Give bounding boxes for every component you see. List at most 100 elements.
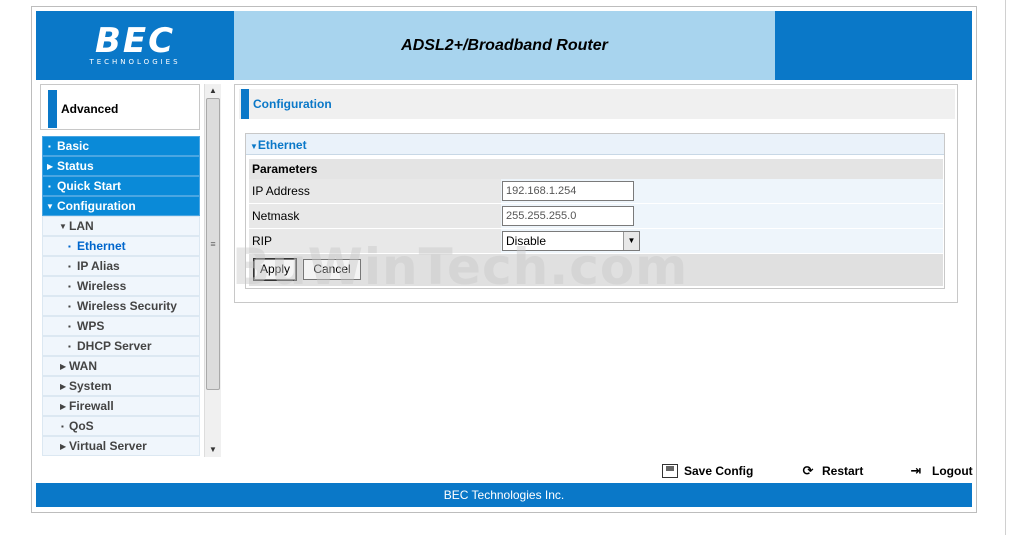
sidebar-item-ethernet[interactable]: ▪ Ethernet xyxy=(42,236,200,256)
sidebar-item-label: Firewall xyxy=(69,399,114,413)
ethernet-panel-title-wrap: ▼Ethernet xyxy=(250,138,307,152)
sidebar-item-label: Wireless xyxy=(77,279,127,293)
bullet-icon: ▪ xyxy=(68,242,71,251)
sidebar-item-lan[interactable]: ▼ LAN xyxy=(42,216,200,236)
netmask-row: Netmask 255.255.255.0 xyxy=(249,204,943,229)
netmask-label: Netmask xyxy=(249,204,501,229)
scroll-down-arrow-icon[interactable]: ▼ xyxy=(205,443,221,457)
sidebar-item-label: Quick Start xyxy=(57,179,122,193)
netmask-cell: 255.255.255.0 xyxy=(501,204,943,229)
scroll-thumb[interactable]: ≡ xyxy=(206,98,220,390)
ip-address-label: IP Address xyxy=(249,179,501,204)
sidebar-item-label: DHCP Server xyxy=(77,339,152,353)
browser-scrollbar[interactable] xyxy=(1005,0,1022,535)
restart-icon: ⟳ xyxy=(802,463,814,478)
advanced-label: Advanced xyxy=(61,102,119,116)
button-row: Apply Cancel xyxy=(249,254,943,286)
logout-icon: ⇥ xyxy=(910,463,922,478)
chevron-right-icon: ▶ xyxy=(60,402,67,411)
rip-select[interactable]: Disable ▼ xyxy=(502,231,640,251)
logout-button[interactable]: ⇥ Logout xyxy=(906,462,973,480)
advanced-mode-box[interactable]: Advanced xyxy=(40,84,200,130)
sidebar-item-configuration[interactable]: ▼ Configuration xyxy=(42,196,200,216)
sidebar-item-label: Status xyxy=(57,159,94,173)
section-accent-bar xyxy=(241,89,249,119)
sidebar-item-label: System xyxy=(69,379,112,393)
ethernet-panel-header[interactable]: ▼Ethernet xyxy=(246,134,944,155)
chevron-down-icon: ▼ xyxy=(59,222,67,231)
sidebar-scrollbar[interactable]: ▲ ≡ ▼ xyxy=(204,84,221,457)
rip-row: RIP Disable ▼ xyxy=(249,229,943,254)
bec-logo: BEC TECHNOLOGIES xyxy=(36,11,234,80)
sidebar-item-label: WAN xyxy=(69,359,97,373)
chevron-down-icon: ▼ xyxy=(250,142,258,151)
footer-bar: BEC Technologies Inc. xyxy=(36,483,972,507)
sidebar-item-qos[interactable]: ▪ QoS xyxy=(42,416,200,436)
chevron-right-icon: ▶ xyxy=(60,382,67,391)
sidebar-menu: ▪ Basic ▶ Status ▪ Quick Start ▼ Configu… xyxy=(42,136,200,456)
sidebar-item-wireless-security[interactable]: ▪ Wireless Security xyxy=(42,296,200,316)
scroll-up-arrow-icon[interactable]: ▲ xyxy=(205,84,221,98)
bullet-icon: ▪ xyxy=(68,322,71,331)
section-title: Configuration xyxy=(253,97,332,111)
sidebar-item-label: WPS xyxy=(77,319,105,333)
sidebar-item-status[interactable]: ▶ Status xyxy=(42,156,200,176)
save-config-button[interactable]: Save Config xyxy=(662,462,753,480)
logo-text: BEC xyxy=(94,21,176,61)
sidebar-item-wireless[interactable]: ▪ Wireless xyxy=(42,276,200,296)
main-content: Configuration ▼Ethernet Parameters IP Ad… xyxy=(234,84,958,303)
rip-cell: Disable ▼ xyxy=(501,229,943,254)
ip-address-input[interactable]: 192.168.1.254 xyxy=(502,181,634,201)
apply-button[interactable]: Apply xyxy=(253,258,297,281)
sidebar-item-label: Wireless Security xyxy=(77,299,177,313)
dropdown-arrow-icon[interactable]: ▼ xyxy=(623,232,639,250)
sidebar-item-label: IP Alias xyxy=(77,259,120,273)
sidebar: Advanced ▪ Basic ▶ Status ▪ Quick Start … xyxy=(40,84,221,457)
sidebar-item-label: QoS xyxy=(69,419,94,433)
sidebar-item-wan[interactable]: ▶ WAN xyxy=(42,356,200,376)
sidebar-item-dhcp-server[interactable]: ▪ DHCP Server xyxy=(42,336,200,356)
rip-select-value: Disable xyxy=(506,234,547,248)
bullet-icon: ▪ xyxy=(68,262,71,271)
logo-subtext: TECHNOLOGIES xyxy=(89,58,181,66)
sidebar-item-label: Configuration xyxy=(57,199,136,213)
ethernet-panel-title: Ethernet xyxy=(257,138,307,152)
parameters-table: Parameters IP Address 192.168.1.254 Netm… xyxy=(249,159,943,286)
bullet-icon: ▪ xyxy=(68,342,71,351)
save-config-label: Save Config xyxy=(684,464,754,478)
advanced-accent-bar xyxy=(48,90,57,128)
rip-label: RIP xyxy=(249,229,501,254)
logout-label: Logout xyxy=(932,464,973,478)
restart-label: Restart xyxy=(822,464,864,478)
sidebar-item-virtual-server[interactable]: ▶ Virtual Server xyxy=(42,436,200,456)
bullet-icon: ▪ xyxy=(68,302,71,311)
restart-button[interactable]: ⟳ Restart xyxy=(800,462,864,480)
netmask-input[interactable]: 255.255.255.0 xyxy=(502,206,634,226)
sidebar-item-firewall[interactable]: ▶ Firewall xyxy=(42,396,200,416)
ip-address-row: IP Address 192.168.1.254 xyxy=(249,179,943,204)
sidebar-item-label: Ethernet xyxy=(77,239,126,253)
chevron-right-icon: ▶ xyxy=(60,442,67,451)
cancel-button[interactable]: Cancel xyxy=(303,259,361,280)
sidebar-item-label: Basic xyxy=(57,139,90,153)
sidebar-item-basic[interactable]: ▪ Basic xyxy=(42,136,200,156)
sidebar-item-ip-alias[interactable]: ▪ IP Alias xyxy=(42,256,200,276)
chevron-down-icon: ▼ xyxy=(46,202,54,211)
sidebar-item-system[interactable]: ▶ System xyxy=(42,376,200,396)
bullet-icon: ▪ xyxy=(48,142,51,151)
chevron-right-icon: ▶ xyxy=(60,362,67,371)
header-title-box: ADSL2+/Broadband Router xyxy=(234,11,775,80)
footer-text: BEC Technologies Inc. xyxy=(443,488,565,502)
sidebar-item-label: LAN xyxy=(69,219,94,233)
bullet-icon: ▪ xyxy=(68,282,71,291)
header-banner: BEC TECHNOLOGIES ADSL2+/Broadband Router xyxy=(36,11,972,80)
floppy-disk-icon xyxy=(662,464,678,478)
parameters-header: Parameters xyxy=(249,159,943,179)
sidebar-item-quick-start[interactable]: ▪ Quick Start xyxy=(42,176,200,196)
sidebar-item-label: Virtual Server xyxy=(69,439,147,453)
page-title: ADSL2+/Broadband Router xyxy=(401,36,608,54)
ip-address-cell: 192.168.1.254 xyxy=(501,179,943,204)
bullet-icon: ▪ xyxy=(61,422,64,431)
sidebar-item-wps[interactable]: ▪ WPS xyxy=(42,316,200,336)
chevron-right-icon: ▶ xyxy=(47,162,54,171)
